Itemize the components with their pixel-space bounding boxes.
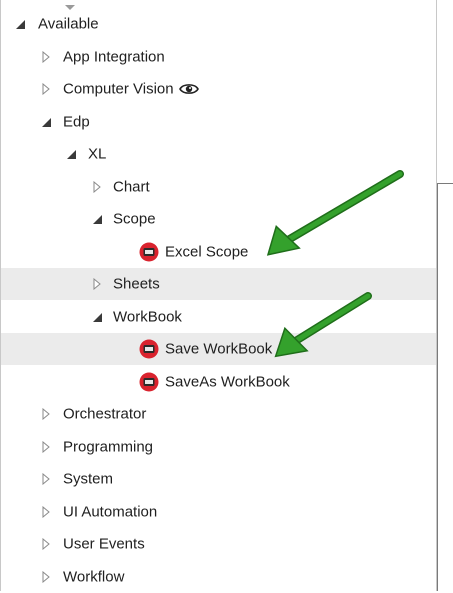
collapsed-arrow-icon[interactable] (39, 440, 53, 454)
tree-item-label: WorkBook (113, 308, 182, 326)
activity-save-workbook[interactable]: Save WorkBook (1, 333, 437, 365)
tree-item-label: Edp (63, 113, 90, 131)
collapsed-arrow-icon[interactable] (39, 407, 53, 421)
expanded-arrow-icon[interactable] (90, 310, 104, 324)
tree-item-chart[interactable]: Chart (1, 171, 437, 203)
collapsed-arrow-icon[interactable] (39, 505, 53, 519)
excel-activity-icon (139, 339, 159, 359)
tree-item-label: Workflow (63, 568, 125, 586)
top-cut-expander (65, 0, 75, 10)
collapsed-arrow-icon[interactable] (39, 472, 53, 486)
tree-item-scope[interactable]: Scope (1, 203, 437, 235)
tree-item-label: Programming (63, 438, 154, 456)
tree-item-ui-automation[interactable]: UI Automation (1, 496, 437, 528)
tree-item-label: Computer Vision (63, 80, 174, 98)
activities-tree: Available App Integration Computer Visio… (0, 0, 437, 593)
tree-item-sheets[interactable]: Sheets (1, 268, 437, 300)
activity-excel-scope[interactable]: Excel Scope (1, 236, 437, 268)
excel-activity-icon (139, 372, 159, 392)
tree-item-label: Scope (113, 210, 156, 228)
tree-item-label: Orchestrator (63, 405, 147, 423)
collapsed-arrow-icon[interactable] (39, 50, 53, 64)
tree-item-label: User Events (63, 535, 145, 553)
tree-item-label: Sheets (113, 275, 160, 293)
tree-item-label: System (63, 470, 114, 488)
tree-item-label: Excel Scope (165, 243, 249, 261)
expanded-arrow-icon[interactable] (64, 147, 78, 161)
tree-item-system[interactable]: System (1, 463, 437, 495)
tree-item-label: XL (88, 145, 107, 163)
tree-item-label: Chart (113, 178, 150, 196)
tree-item-app-integration[interactable]: App Integration (1, 41, 437, 73)
tree-item-label: Save WorkBook (165, 340, 273, 358)
tree-item-workflow[interactable]: Workflow (1, 561, 437, 593)
expanded-arrow-icon[interactable] (39, 115, 53, 129)
activity-saveas-workbook[interactable]: SaveAs WorkBook (1, 366, 437, 398)
expanded-arrow-icon[interactable] (13, 17, 27, 31)
tree-item-available[interactable]: Available (1, 8, 437, 40)
tree-item-edp[interactable]: Edp (1, 106, 437, 138)
tree-item-label: App Integration (63, 48, 165, 66)
collapsed-arrow-icon[interactable] (39, 82, 53, 96)
collapsed-arrow-icon[interactable] (39, 537, 53, 551)
eye-icon (179, 82, 199, 96)
tree-item-user-events[interactable]: User Events (1, 528, 437, 560)
collapsed-arrow-icon[interactable] (90, 277, 104, 291)
collapsed-arrow-icon[interactable] (39, 570, 53, 584)
tree-item-programming[interactable]: Programming (1, 431, 437, 463)
tree-item-label: SaveAs WorkBook (165, 373, 290, 391)
collapsed-arrow-icon[interactable] (90, 180, 104, 194)
tree-item-label: UI Automation (63, 503, 158, 521)
tree-item-orchestrator[interactable]: Orchestrator (1, 398, 437, 430)
side-panel-edge (437, 183, 453, 591)
tree-item-xl[interactable]: XL (1, 138, 437, 170)
excel-activity-icon (139, 242, 159, 262)
tree-item-computer-vision[interactable]: Computer Vision (1, 73, 437, 105)
tree-item-label: Available (38, 15, 99, 33)
expanded-arrow-icon[interactable] (90, 212, 104, 226)
tree-item-workbook[interactable]: WorkBook (1, 301, 437, 333)
